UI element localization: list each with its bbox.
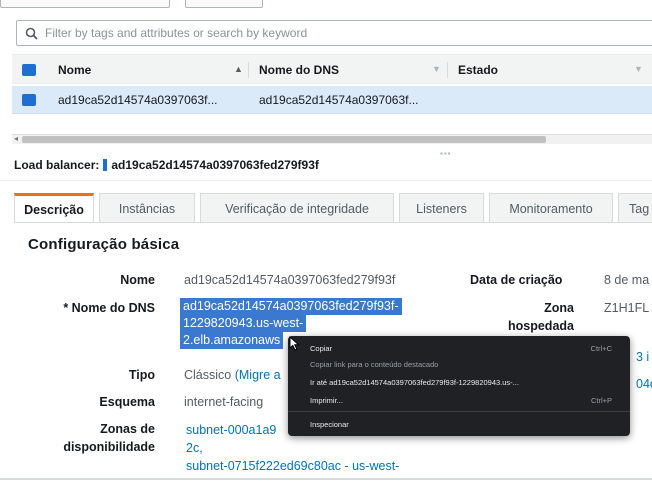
dns-value-line: 1229820943.us-west- xyxy=(180,315,307,332)
menu-item-ir-ate[interactable]: Ir até ad19ca52d14574a0397063fed279f93f-… xyxy=(310,378,519,387)
zonas-label-line2: disponibilidade xyxy=(63,440,155,454)
zona-hospedada-label-line1: Zona xyxy=(544,301,574,315)
scroll-left-icon[interactable]: ◂ xyxy=(14,134,18,143)
shortcut-imprimir: Ctrl+P xyxy=(590,396,612,405)
scrollbar-thumb[interactable] xyxy=(22,136,546,143)
select-all-checkbox[interactable] xyxy=(22,64,36,76)
zonas-label-line1: Zonas de xyxy=(100,422,155,436)
nome-do-dns-label: * Nome do DNS xyxy=(63,301,155,315)
esquema-label: Esquema xyxy=(99,395,155,409)
detail-title-value: ad19ca52d14574a0397063fed279f93f xyxy=(111,158,319,172)
divider xyxy=(0,180,652,181)
detail-title-label: Load balancer: xyxy=(14,158,100,172)
zona-hospedada-value: Z1H1FL xyxy=(604,301,650,315)
cell-nome-do-dns: ad19ca52d14574a0397063f... xyxy=(259,93,419,107)
tipo-text: Clássico xyxy=(184,368,232,382)
resize-grip-icon[interactable]: ▪▪▪ xyxy=(440,149,452,158)
shortcut-copiar: Ctrl+C xyxy=(590,344,612,353)
mouse-pointer-icon xyxy=(289,335,300,356)
right-fragment-2: 04c xyxy=(636,377,652,391)
menu-item-inspecionar[interactable]: Inspecionar xyxy=(310,420,349,429)
tab-instancias[interactable]: Instâncias xyxy=(99,193,195,223)
load-balancer-icon xyxy=(103,159,108,171)
tabs-baseline xyxy=(14,222,652,223)
tab-monitoramento[interactable]: Monitoramento xyxy=(489,193,613,223)
sort-icon[interactable]: ▼ xyxy=(432,64,441,74)
tab-tags[interactable]: Tag xyxy=(618,193,652,223)
context-menu: Copiar Ctrl+C Copiar link para o conteúd… xyxy=(288,336,630,436)
subnet-link-2[interactable]: subnet-0715f222ed69c80ac - us-west- xyxy=(186,459,399,473)
filter-bar[interactable] xyxy=(16,20,652,46)
column-header-nome[interactable]: Nome xyxy=(58,63,91,77)
zona-hospedada-label-line2: hospedada xyxy=(508,319,574,333)
data-de-criacao-label: Data de criação xyxy=(470,273,563,287)
subnet-link-1[interactable]: subnet-000a1a9 xyxy=(186,423,276,437)
nome-value: ad19ca52d14574a0397063fed279f93f xyxy=(184,273,396,287)
menu-item-copiar[interactable]: Copiar xyxy=(310,344,332,353)
tab-listeners[interactable]: Listeners xyxy=(399,193,484,223)
section-title: Configuração básica xyxy=(28,236,180,253)
column-header-nome-do-dns[interactable]: Nome do DNS xyxy=(259,63,339,77)
search-icon xyxy=(17,27,45,40)
menu-separator xyxy=(288,411,630,412)
table-header: Nome ▲ Nome do DNS ▼ Estado ▼ xyxy=(12,54,652,84)
nome-label: Nome xyxy=(120,273,155,287)
bottom-border xyxy=(0,478,652,480)
menu-item-imprimir[interactable]: Imprimir... xyxy=(310,396,343,405)
column-divider xyxy=(248,62,249,78)
sort-asc-icon[interactable]: ▲ xyxy=(234,64,243,74)
dns-value-line: 2.elb.amazonaws xyxy=(180,332,284,349)
right-fragment-1: 3 i xyxy=(636,350,650,364)
horizontal-scrollbar[interactable]: ◂ xyxy=(12,134,652,144)
migre-link[interactable]: (Migre a xyxy=(235,368,281,382)
data-de-criacao-value: 8 de ma xyxy=(604,273,650,287)
row-checkbox[interactable] xyxy=(22,94,36,106)
create-load-balancer-button[interactable] xyxy=(0,0,170,8)
subnet-az-1: 2c, xyxy=(186,441,203,455)
table-row[interactable]: ad19ca52d14574a0397063f... ad19ca52d1457… xyxy=(12,86,652,114)
tipo-label: Tipo xyxy=(128,368,155,382)
esquema-value: internet-facing xyxy=(184,395,264,409)
actions-button[interactable] xyxy=(185,0,263,8)
tab-descricao[interactable]: Descrição xyxy=(14,193,94,223)
sort-icon[interactable]: ▼ xyxy=(634,64,643,74)
filter-input[interactable] xyxy=(45,26,625,40)
cell-nome: ad19ca52d14574a0397063f... xyxy=(58,93,218,107)
tipo-value: Clássico (Migre a xyxy=(184,368,281,382)
tab-verificacao-de-integridade[interactable]: Verificação de integridade xyxy=(200,193,394,223)
menu-item-copiar-link[interactable]: Copiar link para o conteúdo destacado xyxy=(310,360,438,369)
top-toolbar xyxy=(0,0,652,14)
column-header-estado[interactable]: Estado xyxy=(458,63,498,77)
column-divider xyxy=(447,62,448,78)
dns-value-line: ad19ca52d14574a0397063fed279f93f- xyxy=(180,298,402,315)
detail-title: Load balancer: ad19ca52d14574a0397063fed… xyxy=(14,158,319,172)
